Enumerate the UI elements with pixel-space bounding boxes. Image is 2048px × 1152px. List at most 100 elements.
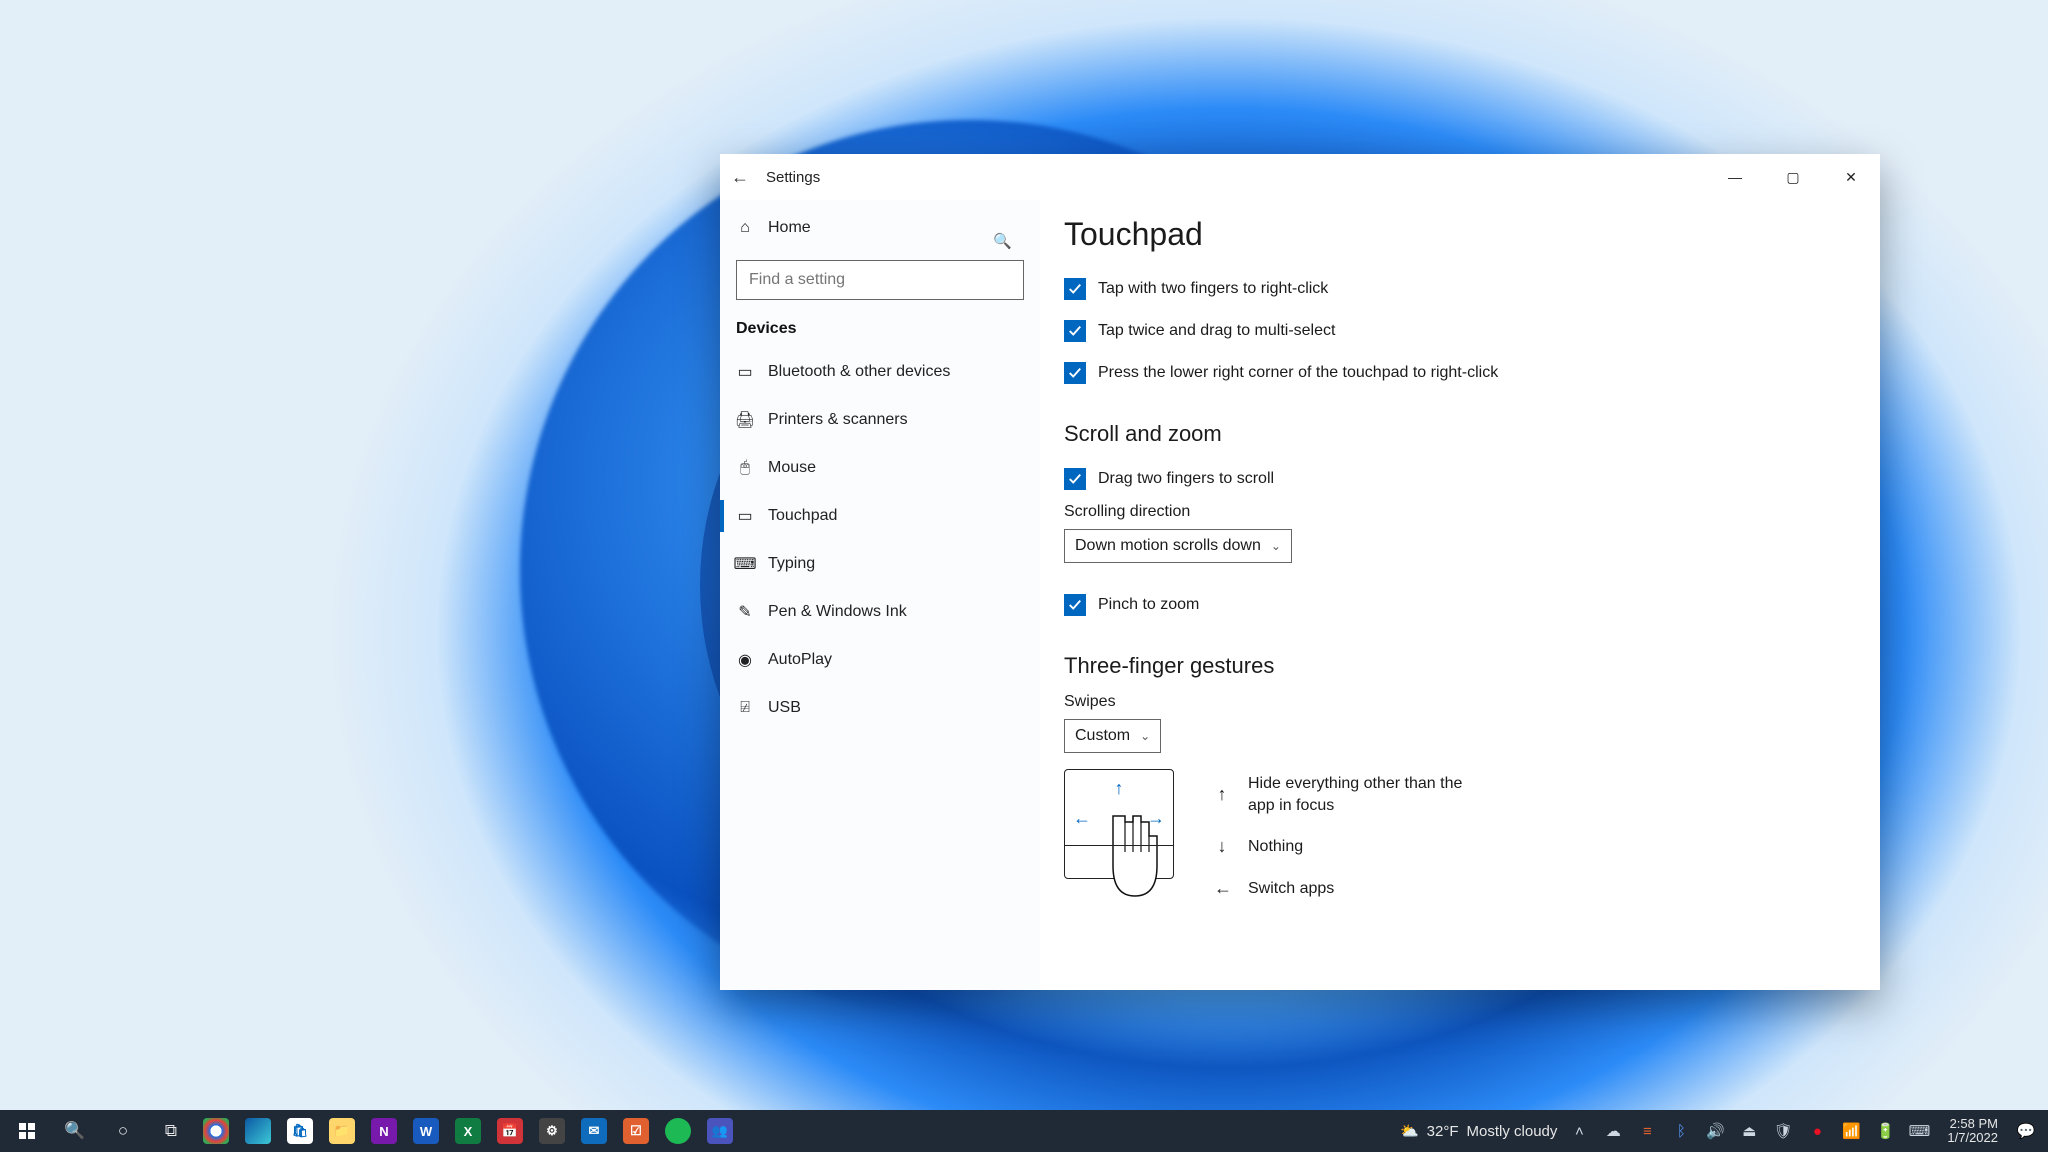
cortana-button[interactable]: ○: [100, 1110, 146, 1152]
pen-icon: ✎: [736, 602, 754, 622]
sidebar-item-label: Touchpad: [768, 507, 837, 525]
sidebar-home-label: Home: [768, 219, 811, 237]
sidebar: ⌂ Home 🔍 Devices ▭ Bluetooth & other dev…: [720, 200, 1040, 990]
tray-security[interactable]: 🛡: [1771, 1110, 1795, 1152]
gesture-list: ↑ Hide everything other than the app in …: [1214, 773, 1488, 899]
shield-icon: 🛡: [1774, 1122, 1793, 1140]
app-settings[interactable]: ⚙: [532, 1110, 572, 1152]
search-icon: 🔍: [64, 1121, 85, 1141]
weather-icon: ⛅: [1400, 1122, 1419, 1140]
tray-network[interactable]: 📶: [1839, 1110, 1863, 1152]
checkbox-label: Tap with two fingers to right-click: [1098, 280, 1328, 298]
arrow-up-icon: ↑: [1214, 784, 1230, 805]
app-word[interactable]: W: [406, 1110, 446, 1152]
back-button[interactable]: ←: [720, 167, 760, 188]
weather-cond: Mostly cloudy: [1467, 1123, 1558, 1140]
weather-widget[interactable]: ⛅ 32°F Mostly cloudy: [1400, 1122, 1557, 1140]
gesture-left: ← Switch apps: [1214, 878, 1488, 900]
mouse-icon: 🖱: [736, 459, 754, 477]
checkbox-lower-right-click[interactable]: Press the lower right corner of the touc…: [1064, 355, 1856, 391]
app-teams[interactable]: 👥: [700, 1110, 740, 1152]
sidebar-item-pen[interactable]: ✎ Pen & Windows Ink: [720, 588, 1040, 636]
close-button[interactable]: ✕: [1822, 154, 1880, 200]
teams-icon: 👥: [707, 1118, 733, 1144]
action-center[interactable]: 💬: [2014, 1110, 2038, 1152]
check-icon: [1064, 362, 1086, 384]
sidebar-item-autoplay[interactable]: ◉ AutoPlay: [720, 636, 1040, 684]
swipes-dropdown[interactable]: Custom ⌄: [1064, 719, 1161, 753]
sidebar-item-typing[interactable]: ⌨ Typing: [720, 540, 1040, 588]
app-spotify[interactable]: [658, 1110, 698, 1152]
app-mail[interactable]: ✉: [574, 1110, 614, 1152]
checkbox-pinch-zoom[interactable]: Pinch to zoom: [1064, 587, 1856, 623]
app-edge[interactable]: [238, 1110, 278, 1152]
gesture-label: Switch apps: [1248, 878, 1334, 900]
sidebar-item-mouse[interactable]: 🖱 Mouse: [720, 444, 1040, 492]
gear-icon: ⚙: [539, 1118, 565, 1144]
tray-expand[interactable]: ˄: [1567, 1110, 1591, 1152]
sidebar-item-label: AutoPlay: [768, 651, 832, 669]
taskbar-left: 🔍 ○ ⧉ 🛍 📁 N W X 📅 ⚙ ✉ ☑ 👥: [0, 1110, 740, 1152]
gesture-label: Nothing: [1248, 836, 1303, 858]
checkbox-tap-twice-drag[interactable]: Tap twice and drag to multi-select: [1064, 313, 1856, 349]
printer-icon: 🖨: [736, 410, 754, 430]
sidebar-item-label: Mouse: [768, 459, 816, 477]
bars-icon: ≡: [1643, 1123, 1652, 1140]
sidebar-item-bluetooth[interactable]: ▭ Bluetooth & other devices: [720, 348, 1040, 396]
gestures-heading: Three-finger gestures: [1064, 653, 1856, 679]
task-view-button[interactable]: ⧉: [148, 1110, 194, 1152]
tray-onedrive[interactable]: ☁: [1601, 1110, 1625, 1152]
tray-app[interactable]: ≡: [1635, 1110, 1659, 1152]
autoplay-icon: ◉: [736, 650, 754, 670]
start-button[interactable]: [4, 1110, 50, 1152]
keyboard-icon: ⌨: [736, 554, 754, 574]
app-todo[interactable]: ☑: [616, 1110, 656, 1152]
tray-warning[interactable]: ●: [1805, 1110, 1829, 1152]
checkbox-two-finger-tap[interactable]: Tap with two fingers to right-click: [1064, 271, 1856, 307]
windows-icon: [19, 1123, 35, 1139]
tray-bluetooth[interactable]: ᛒ: [1669, 1110, 1693, 1152]
app-store[interactable]: 🛍: [280, 1110, 320, 1152]
tray-input[interactable]: ⌨: [1907, 1110, 1931, 1152]
titlebar: ← Settings — ▢ ✕: [720, 154, 1880, 200]
app-explorer[interactable]: 📁: [322, 1110, 362, 1152]
app-chrome[interactable]: [196, 1110, 236, 1152]
circle-icon: ○: [118, 1121, 128, 1141]
mail-icon: ✉: [581, 1118, 607, 1144]
scrolling-direction-dropdown[interactable]: Down motion scrolls down ⌄: [1064, 529, 1292, 563]
excel-icon: X: [455, 1118, 481, 1144]
sidebar-section-title: Devices: [720, 306, 1040, 348]
clock-time: 2:58 PM: [1947, 1117, 1998, 1131]
taskbar: 🔍 ○ ⧉ 🛍 📁 N W X 📅 ⚙ ✉ ☑ 👥 ⛅ 32°F Mostly …: [0, 1110, 2048, 1152]
clock[interactable]: 2:58 PM 1/7/2022: [1941, 1117, 2004, 1146]
warning-icon: ●: [1813, 1123, 1822, 1140]
scrolling-direction-label: Scrolling direction: [1064, 503, 1856, 521]
minimize-button[interactable]: —: [1706, 154, 1764, 200]
sidebar-item-printers[interactable]: 🖨 Printers & scanners: [720, 396, 1040, 444]
folder-icon: 📁: [329, 1118, 355, 1144]
sidebar-item-usb[interactable]: ⍯ USB: [720, 684, 1040, 732]
sidebar-home[interactable]: ⌂ Home: [720, 204, 1040, 252]
dropdown-value: Custom: [1075, 727, 1130, 745]
maximize-button[interactable]: ▢: [1764, 154, 1822, 200]
search-icon: 🔍: [993, 232, 1012, 250]
app-onenote[interactable]: N: [364, 1110, 404, 1152]
eject-icon: ⏏: [1742, 1122, 1756, 1140]
check-icon: [1064, 278, 1086, 300]
app-calendar[interactable]: 📅: [490, 1110, 530, 1152]
edge-icon: [245, 1118, 271, 1144]
tray-eject[interactable]: ⏏: [1737, 1110, 1761, 1152]
gesture-label: Hide everything other than the app in fo…: [1248, 773, 1488, 816]
page-title: Touchpad: [1064, 216, 1856, 253]
sidebar-item-touchpad[interactable]: ▭ Touchpad: [720, 492, 1040, 540]
search-wrap: 🔍: [720, 252, 1040, 306]
taskbar-right: ⛅ 32°F Mostly cloudy ˄ ☁ ≡ ᛒ 🔊 ⏏ 🛡 ● 📶 🔋…: [1400, 1110, 2048, 1152]
checkbox-label: Press the lower right corner of the touc…: [1098, 364, 1498, 382]
tray-volume[interactable]: 🔊: [1703, 1110, 1727, 1152]
tray-battery[interactable]: 🔋: [1873, 1110, 1897, 1152]
sidebar-item-label: Pen & Windows Ink: [768, 603, 907, 621]
checkbox-drag-two-fingers[interactable]: Drag two fingers to scroll: [1064, 461, 1856, 497]
app-excel[interactable]: X: [448, 1110, 488, 1152]
search-input[interactable]: [736, 260, 1024, 300]
search-button[interactable]: 🔍: [52, 1110, 98, 1152]
